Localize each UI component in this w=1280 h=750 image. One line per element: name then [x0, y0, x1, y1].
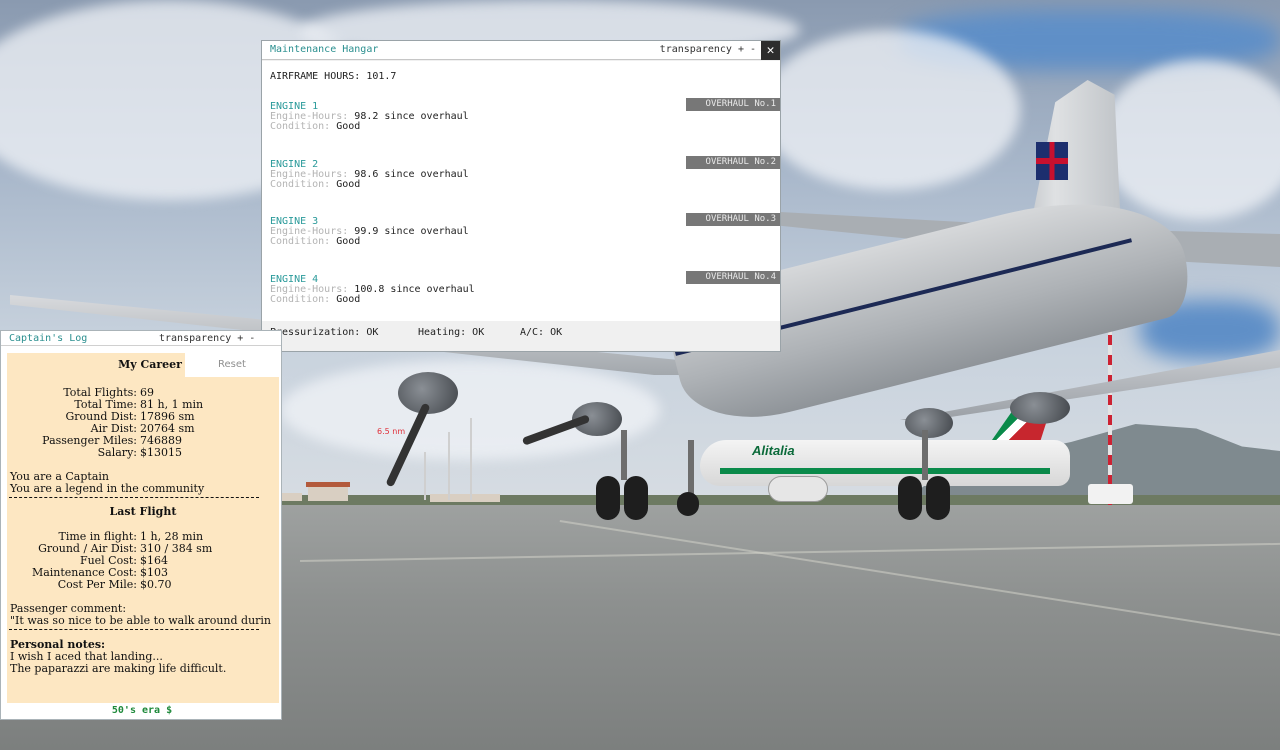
- engine-hours-value: 100.8 since overhaul: [354, 284, 475, 295]
- engine-condition-label: Condition:: [270, 121, 337, 132]
- career-stat-label: Salary:: [97, 446, 137, 459]
- hangar-title: Maintenance Hangar: [270, 44, 379, 55]
- jet-livery-name: Alitalia: [752, 443, 795, 458]
- last-flight-title: Last Flight: [109, 505, 177, 518]
- last-flight-label: Cost Per Mile:: [57, 578, 137, 591]
- engine-condition-value: Good: [336, 236, 361, 247]
- overhaul-button[interactable]: OVERHAUL No.3: [686, 213, 780, 226]
- era-label: 50's era $: [111, 705, 173, 716]
- engine-hours-value: 99.9 since overhaul: [354, 226, 469, 237]
- engine-panel: ENGINE 4 OVERHAUL No.4 Engine-Hours: 100…: [270, 271, 780, 314]
- overhaul-button[interactable]: OVERHAUL No.1: [686, 98, 780, 111]
- service-van: [1088, 484, 1133, 504]
- airport-building: [282, 493, 302, 501]
- union-jack-flag: [1036, 142, 1068, 180]
- captains-log-titlebar[interactable]: Captain's Log transparency + -: [1, 331, 281, 346]
- jet-livery-stripe: [720, 468, 1050, 474]
- engine-condition-label: Condition:: [270, 294, 337, 305]
- landing-gear-strut: [621, 430, 627, 480]
- airport-building: [430, 494, 500, 502]
- distance-label: 6.5 nm: [377, 427, 406, 436]
- last-flight-row: Cost Per Mile: $0.70: [7, 579, 279, 591]
- engine-condition-value: Good: [336, 179, 361, 190]
- overhaul-button[interactable]: OVERHAUL No.2: [686, 156, 780, 169]
- landing-gear-wheel: [898, 476, 922, 520]
- engine-hours-value: 98.2 since overhaul: [354, 111, 469, 122]
- jet-engine: [768, 476, 828, 502]
- airport-building: [308, 485, 348, 501]
- last-flight-value: $0.70: [140, 578, 172, 591]
- log-paper: My Career Reset Total Flights: 69 Total T…: [7, 353, 279, 703]
- career-stat-value: $13015: [140, 446, 182, 459]
- hangar-titlebar[interactable]: Maintenance Hangar transparency + - ✕: [262, 41, 780, 60]
- engine-panel: ENGINE 1 OVERHAUL No.1 Engine-Hours: 98.…: [270, 98, 780, 141]
- airport-building-roof: [306, 482, 350, 487]
- light-pole: [448, 432, 450, 500]
- career-stat-row: Salary: $13015: [7, 447, 279, 459]
- captains-log-transparency-control[interactable]: transparency + -: [159, 333, 255, 344]
- engine-condition-label: Condition:: [270, 236, 337, 247]
- close-icon[interactable]: ✕: [761, 41, 780, 60]
- light-pole: [424, 452, 426, 500]
- pressurization-status: Pressurization: OK: [270, 327, 379, 338]
- systems-status-bar: Pressurization: OK Heating: OK A/C: OK: [262, 321, 780, 351]
- landing-gear-wheel: [596, 476, 620, 520]
- airframe-hours: AIRFRAME HOURS: 101.7: [270, 71, 397, 82]
- landing-gear-wheel: [624, 476, 648, 520]
- engine-nacelle: [905, 408, 953, 438]
- overhaul-button[interactable]: OVERHAUL No.4: [686, 271, 780, 284]
- engine-panel: ENGINE 3 OVERHAUL No.3 Engine-Hours: 99.…: [270, 213, 780, 256]
- engine-hours-value: 98.6 since overhaul: [354, 169, 469, 180]
- landing-gear-strut: [922, 430, 928, 480]
- hangar-transparency-control[interactable]: transparency + -: [660, 44, 756, 55]
- ac-status: A/C: OK: [520, 327, 563, 338]
- personal-notes-line: The paparazzi are making life difficult.: [10, 662, 227, 675]
- engine-nacelle: [1010, 392, 1070, 424]
- nose-gear-strut: [688, 440, 694, 496]
- engine-condition-value: Good: [336, 121, 361, 132]
- heating-status: Heating: OK: [418, 327, 485, 338]
- reset-button[interactable]: Reset: [185, 353, 279, 377]
- engine-condition-label: Condition:: [270, 179, 337, 190]
- divider: [9, 629, 259, 630]
- hangar-body: AIRFRAME HOURS: 101.7 ENGINE 1 OVERHAUL …: [262, 61, 780, 329]
- engine-condition-value: Good: [336, 294, 361, 305]
- divider: [9, 497, 259, 498]
- cloud: [760, 30, 1020, 190]
- light-pole: [470, 418, 472, 500]
- engine-panel: ENGINE 2 OVERHAUL No.2 Engine-Hours: 98.…: [270, 156, 780, 199]
- landing-gear-wheel: [926, 476, 950, 520]
- legend-line: You are a legend in the community: [10, 482, 205, 495]
- captains-log-title: Captain's Log: [9, 333, 88, 344]
- captains-log-window[interactable]: Captain's Log transparency + - My Career…: [0, 330, 282, 720]
- nose-gear-wheel: [677, 492, 699, 516]
- passenger-comment-text: "It was so nice to be able to walk aroun…: [10, 614, 272, 627]
- maintenance-hangar-window[interactable]: Maintenance Hangar transparency + - ✕ AI…: [261, 40, 781, 352]
- tab-my-career[interactable]: My Career: [109, 353, 191, 377]
